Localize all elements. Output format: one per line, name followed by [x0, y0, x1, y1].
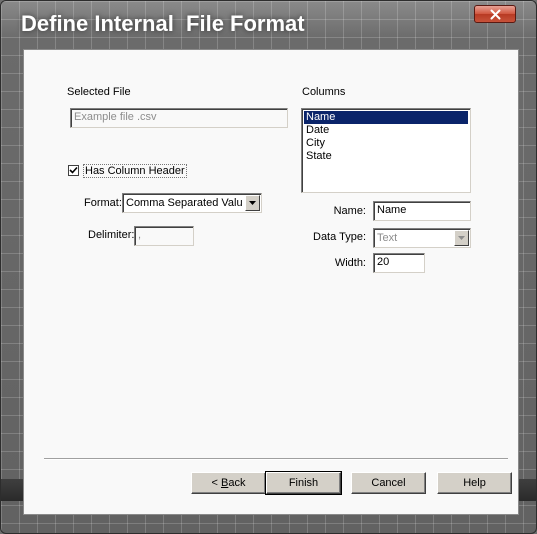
format-select[interactable]: Comma Separated Value: [122, 193, 262, 213]
data-type-value: Text: [377, 232, 398, 244]
window-title: Define Internal File Format: [21, 11, 305, 36]
delimiter-field[interactable]: ,: [134, 226, 194, 246]
back-button[interactable]: < Back: [191, 472, 266, 494]
dialog-window: Define Internal File Format Selected Fil…: [0, 0, 537, 534]
list-item[interactable]: State: [304, 150, 468, 163]
help-button[interactable]: Help: [437, 472, 512, 494]
chevron-down-icon[interactable]: [245, 195, 260, 211]
format-value: Comma Separated Value: [126, 197, 243, 209]
width-label: Width:: [334, 257, 366, 269]
selected-file-field[interactable]: Example file .csv: [70, 108, 288, 128]
back-prefix: <: [211, 477, 221, 489]
has-column-header-label[interactable]: Has Column Header: [83, 164, 187, 178]
column-name-field[interactable]: Name: [373, 201, 471, 221]
back-label-rest: ack: [228, 477, 246, 489]
list-item[interactable]: Date: [304, 124, 468, 137]
columns-label: Columns: [302, 86, 346, 98]
format-label: Format:: [84, 197, 122, 209]
selected-file-label: Selected File: [67, 86, 131, 98]
name-label: Name:: [333, 205, 366, 217]
close-icon: [490, 9, 500, 19]
columns-listbox[interactable]: Name Date City State: [301, 108, 471, 193]
column-width-field[interactable]: 20: [373, 253, 425, 273]
checkmark-icon: [69, 166, 78, 174]
list-item[interactable]: City: [304, 137, 468, 150]
back-accelerator: B: [221, 477, 229, 489]
data-type-select[interactable]: Text: [373, 228, 471, 248]
data-type-label: Data Type:: [313, 231, 366, 243]
button-divider: [44, 458, 508, 460]
list-item[interactable]: Name: [304, 111, 468, 124]
dialog-client-area: Selected File Example file .csv Has Colu…: [23, 49, 519, 515]
delimiter-label: Delimiter:: [88, 229, 135, 241]
has-column-header-checkbox[interactable]: [68, 165, 79, 176]
cancel-button[interactable]: Cancel: [351, 472, 426, 494]
finish-button[interactable]: Finish: [265, 471, 342, 495]
close-button[interactable]: [474, 5, 516, 23]
chevron-down-icon[interactable]: [454, 230, 469, 246]
